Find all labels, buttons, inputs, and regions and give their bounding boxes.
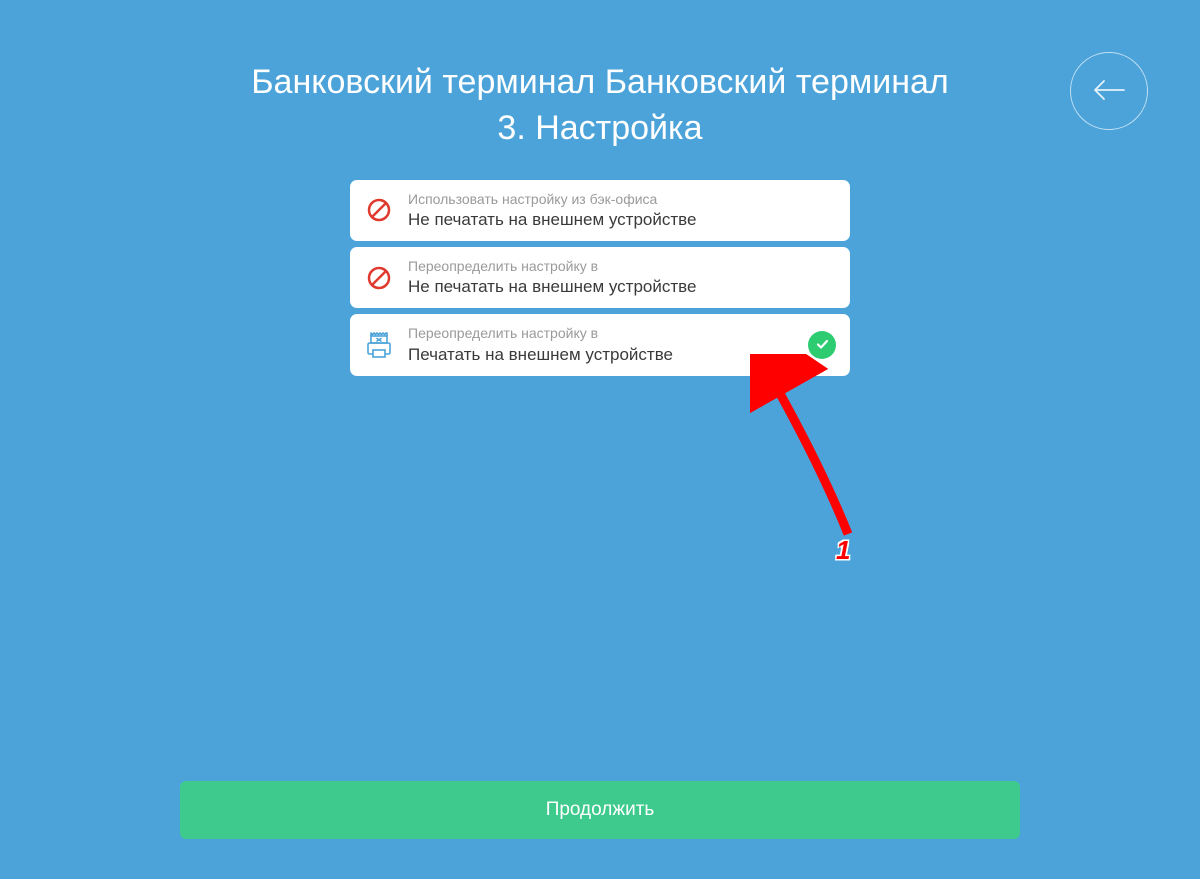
- option-subtitle: Переопределить настройку в: [408, 257, 836, 275]
- printer-icon: [364, 330, 394, 360]
- prohibit-icon: [364, 195, 394, 225]
- option-label: Печатать на внешнем устройстве: [408, 344, 794, 366]
- option-label: Не печатать на внешнем устройстве: [408, 276, 836, 298]
- back-button[interactable]: [1070, 52, 1148, 130]
- option-subtitle: Переопределить настройку в: [408, 324, 794, 342]
- option-label: Не печатать на внешнем устройстве: [408, 209, 836, 231]
- option-use-backoffice[interactable]: Использовать настройку из бэк-офиса Не п…: [350, 180, 850, 241]
- option-override-print[interactable]: Переопределить настройку в Печатать на в…: [350, 314, 850, 375]
- option-text: Использовать настройку из бэк-офиса Не п…: [408, 190, 836, 231]
- prohibit-icon: [364, 263, 394, 293]
- page-title: Банковский терминал Банковский терминал …: [250, 0, 950, 152]
- option-subtitle: Использовать настройку из бэк-офиса: [408, 190, 836, 208]
- options-list: Использовать настройку из бэк-офиса Не п…: [350, 180, 850, 376]
- option-override-no-print[interactable]: Переопределить настройку в Не печатать н…: [350, 247, 850, 308]
- option-text: Переопределить настройку в Печатать на в…: [408, 324, 794, 365]
- selected-check-icon: [808, 331, 836, 359]
- arrow-left-icon: [1092, 79, 1126, 104]
- annotation-number: 1: [836, 535, 850, 566]
- option-text: Переопределить настройку в Не печатать н…: [408, 257, 836, 298]
- annotation-arrow-icon: [750, 354, 880, 559]
- continue-button[interactable]: Продолжить: [180, 781, 1020, 839]
